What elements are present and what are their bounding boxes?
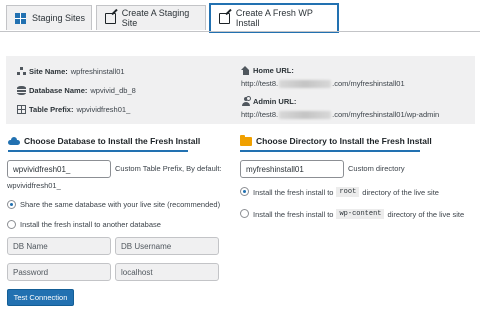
table-prefix-row: Table Prefix: wpvividfresh01_ (17, 105, 130, 114)
sitemap-icon (17, 67, 26, 76)
directory-input-value: myfreshinstall01 (246, 164, 304, 174)
tab-staging-sites[interactable]: Staging Sites (6, 5, 92, 30)
admin-url-suffix: .com/myfreshinstall01/wp-admin (332, 110, 440, 119)
database-name-label: Database Name: (29, 86, 88, 95)
root-code: root (336, 187, 360, 197)
home-url-suffix: .com/myfreshinstall01 (332, 79, 405, 88)
table-prefix-input-value: wpvividfresh01_ (13, 164, 71, 174)
admin-user-icon (241, 96, 251, 106)
tab-bar: Staging Sites Create A Staging Site Crea… (0, 0, 480, 33)
table-prefix-input[interactable]: wpvividfresh01_ (7, 160, 111, 178)
folder-icon (240, 134, 252, 146)
root-option-text: Install the fresh install to (253, 187, 334, 197)
tab-create-fresh-wp-install[interactable]: Create A Fresh WP Install (209, 3, 339, 33)
tab-divider (0, 31, 480, 32)
db-host-value: localhost (121, 267, 153, 277)
table-prefix-label: Table Prefix: (29, 105, 74, 114)
another-database-radio[interactable] (7, 220, 16, 229)
share-database-radio[interactable] (7, 200, 16, 209)
table-prefix-hint: Custom Table Prefix, By default: (115, 164, 222, 173)
tab-create-staging-site[interactable]: Create A Staging Site (96, 5, 206, 30)
table-icon (17, 105, 26, 114)
db-username-placeholder: DB Username (121, 241, 172, 251)
admin-url-value: http://test8. .com/myfreshinstall01/wp-a… (241, 110, 439, 119)
edit-icon (219, 12, 230, 24)
site-name-row: Site Name: wpfreshinstall01 (17, 67, 125, 76)
share-database-label[interactable]: Share the same database with your live s… (20, 200, 220, 209)
home-url-prefix: http://test8. (241, 79, 279, 88)
db-host-input[interactable]: localhost (115, 263, 219, 281)
directory-section-title: Choose Directory to Install the Fresh In… (240, 134, 432, 146)
redacted-domain (279, 110, 332, 119)
home-url-row: Home URL: (241, 66, 294, 75)
password-input[interactable]: Password (7, 263, 111, 281)
site-name-value: wpfreshinstall01 (70, 67, 125, 76)
directory-section-title-text: Choose Directory to Install the Fresh In… (256, 136, 432, 146)
home-url-label: Home URL: (253, 66, 294, 75)
password-placeholder: Password (13, 267, 49, 277)
database-name-row: Database Name: wpvivid_db_8 (17, 86, 136, 95)
wp-content-code: wp-content (336, 209, 385, 219)
test-connection-button[interactable]: Test Connection (7, 289, 74, 306)
cloud-icon (8, 137, 20, 145)
directory-input[interactable]: myfreshinstall01 (240, 160, 344, 178)
admin-url-label: Admin URL: (253, 97, 297, 106)
database-section-underline (8, 150, 188, 152)
wp-content-option-suffix: directory of the live site (387, 209, 465, 219)
root-option-suffix: directory of the live site (362, 187, 439, 197)
home-icon (241, 66, 250, 75)
redacted-domain (279, 79, 332, 88)
directory-section-underline (240, 150, 420, 152)
admin-url-prefix: http://test8. (241, 110, 279, 119)
tab-label: Staging Sites (32, 13, 86, 23)
home-url-value: http://test8. .com/myfreshinstall01 (241, 79, 405, 88)
database-name-value: wpvivid_db_8 (90, 86, 136, 95)
db-username-input[interactable]: DB Username (115, 237, 219, 255)
edit-icon (105, 12, 116, 24)
admin-url-row: Admin URL: (241, 96, 297, 106)
directory-hint: Custom directory (348, 164, 405, 173)
tab-label: Create A Staging Site (121, 8, 190, 28)
site-name-label: Site Name: (29, 67, 68, 76)
db-name-placeholder: DB Name (13, 241, 48, 251)
db-name-input[interactable]: DB Name (7, 237, 111, 255)
table-prefix-value: wpvividfresh01_ (76, 105, 131, 114)
wp-content-directory-label[interactable]: Install the fresh install to wp-content … (253, 209, 464, 219)
table-prefix-default: wpvividfresh01_ (7, 181, 61, 190)
another-database-label[interactable]: Install the fresh install to another dat… (20, 220, 161, 229)
database-icon (17, 86, 26, 95)
database-section-title: Choose Database to Install the Fresh Ins… (8, 136, 200, 146)
root-directory-label[interactable]: Install the fresh install to root direct… (253, 187, 439, 197)
wp-content-directory-radio[interactable] (240, 209, 249, 218)
tab-label: Create A Fresh WP Install (235, 8, 313, 28)
grid-icon (15, 12, 26, 24)
wp-content-option-text: Install the fresh install to (253, 209, 334, 219)
database-section-title-text: Choose Database to Install the Fresh Ins… (24, 136, 201, 146)
root-directory-radio[interactable] (240, 187, 249, 196)
